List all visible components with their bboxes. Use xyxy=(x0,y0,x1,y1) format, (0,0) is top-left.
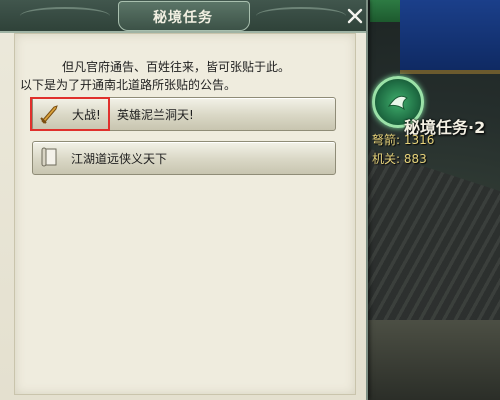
close-button[interactable] xyxy=(345,6,365,26)
hud-stat-crossbow: 弩箭: 1316 xyxy=(372,133,435,147)
quest-emblem-icon xyxy=(387,95,408,111)
sword-icon xyxy=(37,100,63,126)
scroll-icon xyxy=(37,144,63,170)
titlebar-ornament-left xyxy=(20,7,110,25)
titlebar-ornament-right xyxy=(256,7,346,25)
quest-dialog: 秘境任务 但凡官府通告、百姓往来，皆可张贴于此。 以下是为了开通南北道路所张贴的… xyxy=(0,0,368,400)
notice-button-1[interactable]: 大战! 英雄泥兰洞天! xyxy=(32,97,336,131)
scene-pillar xyxy=(400,0,500,74)
notice-2-title: 江湖道远侠义天下 xyxy=(71,152,168,166)
notice-1-prefix: 大战! xyxy=(72,108,101,122)
intro-line-2: 以下是为了开通南北道路所张贴的公告。 xyxy=(20,78,237,92)
notice-board-intro: 但凡官府通告、百姓往来，皆可张贴于此。 以下是为了开通南北道路所张贴的公告。 xyxy=(20,58,354,94)
intro-line-1: 但凡官府通告、百姓往来，皆可张贴于此。 xyxy=(62,60,291,74)
hud-stat-mechanism: 机关: 883 xyxy=(372,152,427,166)
notice-1-title: 英雄泥兰洞天! xyxy=(117,108,194,122)
dialog-titlebar[interactable]: 秘境任务 xyxy=(0,0,366,33)
scene-ground xyxy=(360,320,500,400)
notice-button-2[interactable]: 江湖道远侠义天下 xyxy=(32,141,336,175)
close-icon xyxy=(347,8,363,24)
dialog-title: 秘境任务 xyxy=(153,10,213,26)
